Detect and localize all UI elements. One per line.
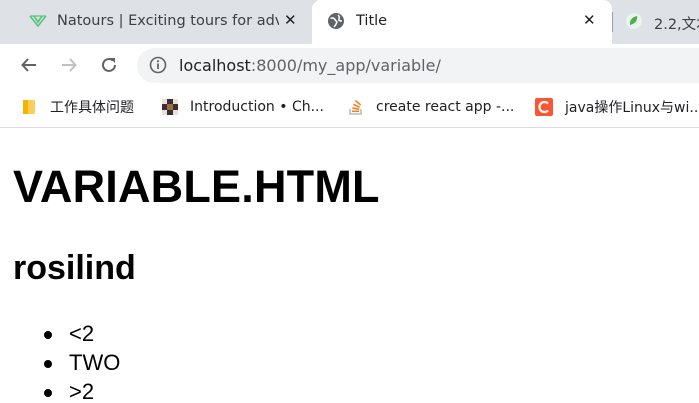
info-icon[interactable] [149,56,167,74]
back-button[interactable] [17,53,41,77]
bookmark-label: create react app -... [376,99,515,115]
pixel-favicon-icon [162,99,178,115]
bookmark-label: java操作Linux与wi... [565,100,699,116]
forward-arrow-icon [62,58,77,72]
forward-button[interactable] [57,53,81,77]
url-text: localhost:8000/my_app/variable/ [179,56,441,75]
url-path: :8000/my_app/variable/ [250,56,441,75]
bookmark-introduction[interactable]: Introduction • Ch... [162,95,324,119]
back-arrow-icon [21,58,36,72]
tab-strip: Natours | Exciting tours for adve ✕ Titl… [0,0,699,44]
green-leaf-icon [626,13,642,29]
bookmarks-bar: 工作具体问题 Introduction • Ch... create react… [0,87,699,128]
list-item: >2 [0,377,120,403]
page-content: VARIABLE.HTML rosilind <2 TWO >2 [0,129,699,403]
tab-title: Natours | Exciting tours for adve [57,13,279,29]
list-item: TWO [0,348,120,377]
browser-toolbar: localhost:8000/my_app/variable/ [0,44,699,87]
tab-title: Title [356,13,388,29]
tab-title: 2.2,文本 [654,17,699,33]
page-subheading: rosilind [13,249,136,287]
reload-icon [102,57,116,72]
csdn-icon [535,98,553,116]
close-icon[interactable]: ✕ [583,13,596,28]
close-icon[interactable]: ✕ [284,13,297,28]
tab-natours[interactable]: Natours | Exciting tours for adve ✕ [0,0,312,44]
bookmark-folder[interactable]: 工作具体问题 [22,95,134,119]
reload-button[interactable] [97,53,121,77]
list-item: <2 [0,319,120,348]
tab-title-active[interactable]: Title ✕ [312,0,612,44]
address-bar[interactable]: localhost:8000/my_app/variable/ [137,48,699,83]
bookmark-java-linux[interactable]: java操作Linux与wi... [535,95,699,119]
bookmark-create-react-app[interactable]: create react app -... [348,95,514,119]
bookmark-label: 工作具体问题 [50,100,134,116]
natours-logo-icon [29,15,47,28]
bookmark-label: Introduction • Ch... [190,99,324,115]
url-host: localhost [179,56,251,75]
tab-third[interactable]: 2.2,文本 [612,0,699,44]
page-heading: VARIABLE.HTML [13,161,380,212]
item-list: <2 TWO >2 [0,319,120,403]
folder-icon [23,100,35,114]
stackoverflow-icon [349,99,362,115]
globe-icon [328,13,344,29]
